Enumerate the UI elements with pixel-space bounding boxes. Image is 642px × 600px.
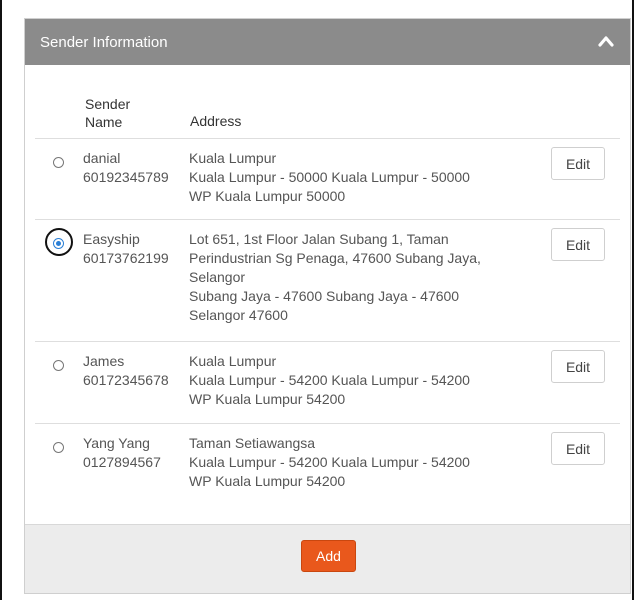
sender-name: Yang Yang xyxy=(83,435,150,451)
column-header-address: Address xyxy=(190,113,242,129)
table-row[interactable]: James 60172345678 Kuala Lumpur Kuala Lumpur… xyxy=(35,341,620,423)
sender-address-cell: Kuala Lumpur Kuala Lumpur - 50000 Kuala L… xyxy=(189,149,539,206)
add-button[interactable]: Add xyxy=(301,540,356,572)
table-row[interactable]: Yang Yang 0127894567 Taman Setiawangsa Kual… xyxy=(35,423,620,504)
sender-name-cell: James 60172345678 xyxy=(83,352,169,390)
address-line: Selangor 47600 xyxy=(189,307,288,323)
sender-name-cell: danial 60192345789 xyxy=(83,149,169,187)
selection-circle-annotation xyxy=(45,228,73,256)
address-line: Lot 651, 1st Floor Jalan Subang 1, Taman xyxy=(189,231,449,247)
address-line: WP Kuala Lumpur 54200 xyxy=(189,391,346,407)
sender-radio[interactable] xyxy=(53,157,64,168)
address-line: WP Kuala Lumpur 50000 xyxy=(189,188,346,204)
panel-header[interactable]: Sender Information xyxy=(25,19,630,65)
edit-button[interactable]: Edit xyxy=(551,350,605,383)
sender-name: Easyship xyxy=(83,231,140,247)
sender-name: danial xyxy=(83,150,121,166)
sender-phone: 60172345678 xyxy=(83,372,169,388)
sender-name-cell: Yang Yang 0127894567 xyxy=(83,434,161,472)
chevron-up-icon[interactable] xyxy=(598,34,614,48)
sender-address-cell: Kuala Lumpur Kuala Lumpur - 54200 Kuala L… xyxy=(189,352,539,409)
sender-address-cell: Taman Setiawangsa Kuala Lumpur - 54200 Ku… xyxy=(189,434,539,491)
address-line: Perindustrian Sg Penaga, 47600 Subang Ja… xyxy=(189,250,481,266)
sender-name: James xyxy=(83,353,125,369)
sender-radio[interactable] xyxy=(53,360,64,371)
sender-table: danial 60192345789 Kuala Lumpur Kuala Lumpu… xyxy=(35,138,620,504)
frame-border-left xyxy=(0,0,2,600)
address-line: Taman Setiawangsa xyxy=(189,435,316,451)
address-line: Kuala Lumpur xyxy=(189,353,277,369)
sender-phone: 60173762199 xyxy=(83,250,169,266)
table-row[interactable]: Easyship 60173762199 Lot 651, 1st Floor Ja… xyxy=(35,219,620,341)
column-header-sender-line2: Name xyxy=(85,114,123,130)
sender-name-cell: Easyship 60173762199 xyxy=(83,230,169,268)
frame-border-right xyxy=(632,0,634,600)
address-line: Selangor xyxy=(189,269,246,285)
panel-footer: Add xyxy=(25,524,630,593)
address-line: Kuala Lumpur - 54200 Kuala Lumpur - 5420… xyxy=(189,454,470,470)
sender-phone: 0127894567 xyxy=(83,454,161,470)
panel-title: Sender Information xyxy=(40,33,168,51)
edit-button[interactable]: Edit xyxy=(551,432,605,465)
column-header-sender-line1: Sender xyxy=(85,96,131,112)
address-line: Kuala Lumpur xyxy=(189,150,277,166)
column-header-sender-name: Sender Name xyxy=(85,95,130,131)
address-line: WP Kuala Lumpur 54200 xyxy=(189,473,346,489)
edit-button[interactable]: Edit xyxy=(551,228,605,261)
address-line: Kuala Lumpur - 50000 Kuala Lumpur - 5000… xyxy=(189,169,470,185)
address-line: Subang Jaya - 47600 Subang Jaya - 47600 xyxy=(189,288,460,304)
sender-information-panel: Sender Information Sender Name Address d… xyxy=(24,18,631,594)
sender-address-cell: Lot 651, 1st Floor Jalan Subang 1, Taman… xyxy=(189,230,539,325)
address-line: Kuala Lumpur - 54200 Kuala Lumpur - 5420… xyxy=(189,372,470,388)
sender-phone: 60192345789 xyxy=(83,169,169,185)
table-row[interactable]: danial 60192345789 Kuala Lumpur Kuala Lumpu… xyxy=(35,138,620,219)
edit-button[interactable]: Edit xyxy=(551,147,605,180)
sender-radio[interactable] xyxy=(53,442,64,453)
